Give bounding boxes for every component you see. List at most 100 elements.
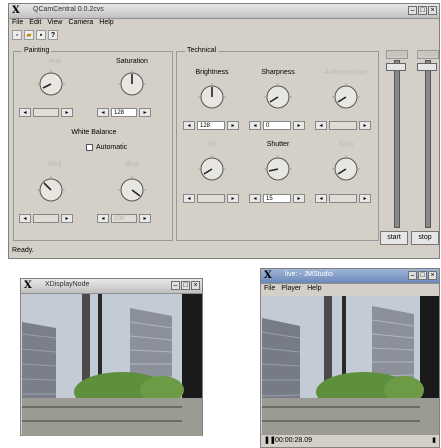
shutter-value-field[interactable]: 15 [263,194,291,203]
sharpness-value-field[interactable]: 0 [263,121,291,130]
red-decrease-button[interactable]: ◂ [19,214,31,223]
autoexposure-spinbox[interactable]: ◂ ▸ [315,121,371,130]
maximize-button[interactable]: □ [181,281,190,290]
title-bar[interactable]: X XDisplayNode – □ × [21,279,202,294]
focus-slider-track[interactable] [425,60,431,228]
maximize-button[interactable]: □ [418,6,427,15]
menu-file[interactable]: File [12,19,23,26]
red-label: Red [48,161,62,168]
x-logo-icon: X [12,5,20,16]
shutter-knob[interactable] [264,155,292,183]
x-logo-icon: X [24,280,32,291]
iris-decrease-button[interactable]: ◂ [183,194,195,203]
menu-help[interactable]: Help [307,285,321,292]
hue-spinbox[interactable]: ◂ ▸ [19,108,73,117]
zoom-slider-thumb[interactable] [386,63,406,71]
gain-value-field[interactable] [329,194,357,203]
focus-slider-thumb[interactable] [417,63,437,71]
red-knob[interactable] [37,176,65,204]
brightness-knob[interactable] [198,83,226,111]
menu-bar: File Player Help [261,285,439,292]
save-icon[interactable]: ▪ [36,30,46,40]
menu-edit[interactable]: Edit [29,19,41,26]
menu-file[interactable]: File [264,285,275,292]
zoom-slider-track[interactable] [394,60,400,228]
stop-button[interactable]: stop [411,231,439,245]
autoexposure-decrease-button[interactable]: ◂ [315,121,327,130]
blue-decrease-button[interactable]: ◂ [97,214,109,223]
blue-spinbox[interactable]: ◂ 100 ▸ [97,214,151,223]
volume-icon[interactable]: ▮ [432,436,436,444]
gain-spinbox[interactable]: ◂ ▸ [315,194,371,203]
menu-view[interactable]: View [47,19,62,26]
close-button[interactable]: × [191,281,200,290]
minimize-button[interactable]: – [408,6,417,15]
hue-increase-button[interactable]: ▸ [61,108,73,117]
menu-bar: File Edit View Camera Help [9,19,439,26]
brightness-increase-button[interactable]: ▸ [227,121,239,130]
close-button[interactable]: × [428,271,437,280]
blue-value-field[interactable]: 100 [111,214,137,223]
qcamcentral-window: X QCamCentral 0.0.2cvs – □ × File Edit V… [8,3,440,259]
open-icon[interactable]: ▰ [24,30,34,40]
hue-decrease-button[interactable]: ◂ [19,108,31,117]
shutter-increase-button[interactable]: ▸ [293,194,305,203]
red-value-field[interactable] [33,214,59,223]
automatic-checkbox[interactable]: Automatic [86,144,127,151]
saturation-label: Saturation [116,58,148,65]
brightness-spinbox[interactable]: ◂ 128 ▸ [183,121,239,130]
sharpness-increase-button[interactable]: ▸ [293,121,305,130]
new-icon[interactable]: ▫ [12,30,22,40]
menu-help[interactable]: Help [99,19,113,26]
hue-label: Hue [48,58,62,65]
painting-label: Painting [22,47,52,54]
start-button[interactable]: start [380,231,408,245]
sharpness-spinbox[interactable]: ◂ 0 ▸ [249,121,305,130]
video-frame [22,294,202,436]
blue-increase-button[interactable]: ▸ [139,214,151,223]
close-button[interactable]: × [428,6,437,15]
focus-slider[interactable]: Focus [417,50,439,228]
iris-increase-button[interactable]: ▸ [227,194,239,203]
hue-knob[interactable] [37,70,65,98]
title-bar[interactable]: X live: - JMStudio – □ × [261,269,439,284]
gain-decrease-button[interactable]: ◂ [315,194,327,203]
menu-player[interactable]: Player [281,285,301,292]
hue-value-field[interactable] [33,108,59,117]
iris-spinbox[interactable]: ◂ ▸ [183,194,239,203]
checkbox-icon[interactable] [86,144,93,151]
red-increase-button[interactable]: ▸ [61,214,73,223]
maximize-button[interactable]: □ [418,271,427,280]
autoexposure-knob[interactable] [332,83,360,111]
brightness-decrease-button[interactable]: ◂ [183,121,195,130]
gain-increase-button[interactable]: ▸ [359,194,371,203]
pause-icon[interactable]: ❚❚ [264,436,276,444]
white-balance-label: White Balance [71,129,117,136]
shutter-decrease-button[interactable]: ◂ [249,194,261,203]
saturation-value-field[interactable]: 128 [111,108,137,117]
zoom-slider[interactable]: Zoom [386,50,408,228]
saturation-decrease-button[interactable]: ◂ [97,108,109,117]
iris-value-field[interactable] [197,194,225,203]
sharpness-decrease-button[interactable]: ◂ [249,121,261,130]
minimize-button[interactable]: – [171,281,180,290]
saturation-knob[interactable] [118,70,146,98]
autoexposure-increase-button[interactable]: ▸ [359,121,371,130]
sharpness-knob[interactable] [264,83,292,111]
saturation-spinbox[interactable]: ◂ 128 ▸ [97,108,151,117]
shutter-spinbox[interactable]: ◂ 15 ▸ [249,194,305,203]
saturation-increase-button[interactable]: ▸ [139,108,151,117]
iris-knob[interactable] [198,155,226,183]
autoexposure-value-field[interactable] [329,121,357,130]
gain-knob[interactable] [332,155,360,183]
minimize-button[interactable]: – [408,271,417,280]
sharpness-label: Sharpness [261,69,295,76]
title-bar[interactable]: X QCamCentral 0.0.2cvs – □ × [9,4,439,19]
camera-image [22,294,202,436]
time-display: 00:00:28.09 [275,437,312,444]
menu-camera[interactable]: Camera [68,19,93,26]
brightness-value-field[interactable]: 128 [197,121,225,130]
red-spinbox[interactable]: ◂ ▸ [19,214,73,223]
blue-knob[interactable] [118,176,146,204]
help-icon[interactable]: ? [48,30,58,40]
